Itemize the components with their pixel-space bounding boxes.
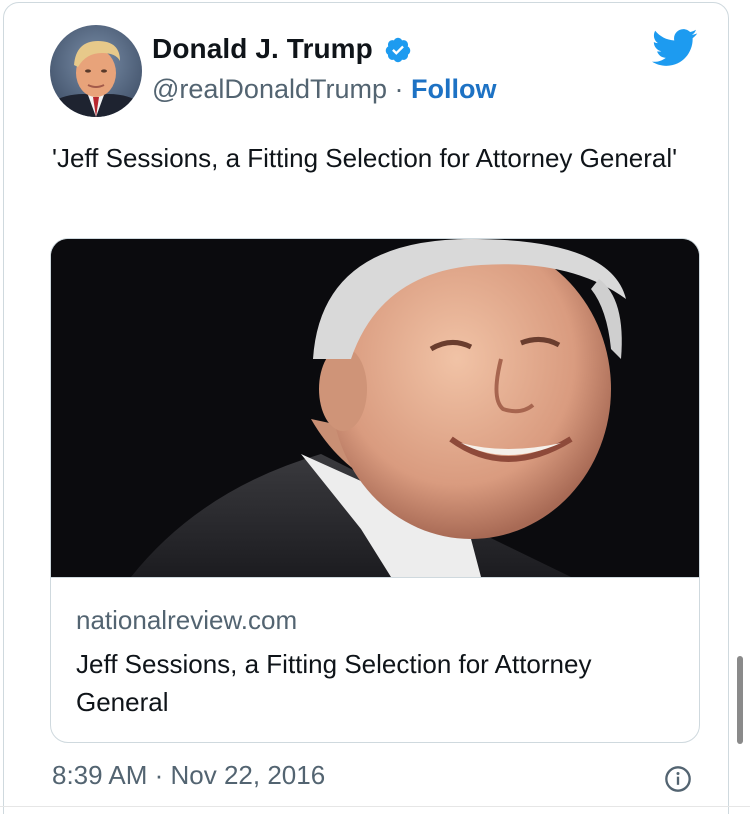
portrait-photo [51,239,699,577]
author-avatar[interactable] [50,25,142,117]
divider [0,806,750,807]
link-domain: nationalreview.com [76,605,298,635]
tweet-timestamp[interactable]: 8:39 AM · Nov 22, 2016 [52,760,325,791]
page: Donald J. Trump @realDonaldTrump · Follo… [0,0,750,814]
verified-badge-icon [385,37,411,63]
link-title: Jeff Sessions, a Fitting Selection for A… [76,649,592,717]
avatar-photo [50,25,142,117]
author-display-name[interactable]: Donald J. Trump [152,33,373,65]
scrollbar-thumb[interactable] [737,656,743,744]
author-handle[interactable]: @realDonaldTrump [152,74,387,104]
info-icon[interactable] [664,765,692,793]
link-preview-image [51,239,699,578]
link-preview-card[interactable]: nationalreview.com Jeff Sessions, a Fitt… [50,238,700,743]
handle-separator: · [394,74,404,104]
handle-row: @realDonaldTrump · Follow [152,74,497,105]
tweet-text: 'Jeff Sessions, a Fitting Selection for … [52,143,678,173]
twitter-bird-icon[interactable] [652,28,698,68]
follow-button[interactable]: Follow [411,74,496,104]
